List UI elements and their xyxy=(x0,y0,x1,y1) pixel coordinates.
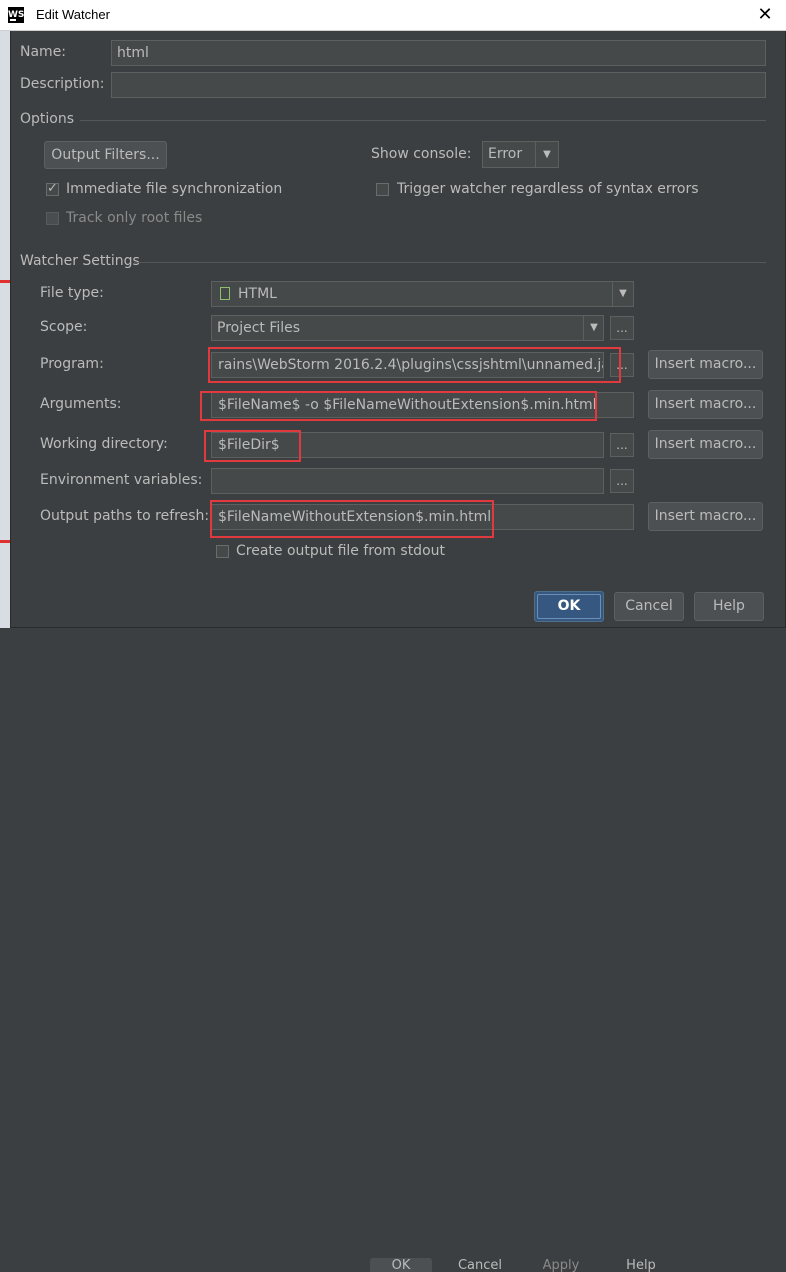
environment-variables-label: Environment variables: xyxy=(40,472,203,488)
environment-variables-browse-button[interactable]: ... xyxy=(610,469,634,493)
working-directory-highlight-box xyxy=(204,430,301,462)
watcher-settings-divider xyxy=(134,262,766,263)
program-highlight-box xyxy=(208,347,621,383)
name-label: Name: xyxy=(20,44,67,60)
close-icon[interactable]: ✕ xyxy=(752,3,778,27)
output-filters-button[interactable]: Output Filters... xyxy=(44,141,167,169)
chevron-down-icon: ▼ xyxy=(543,149,551,160)
create-output-checkbox[interactable] xyxy=(216,545,229,558)
watcher-settings-title: Watcher Settings xyxy=(20,253,140,269)
description-label: Description: xyxy=(20,76,105,92)
window-title: Edit Watcher xyxy=(36,7,110,22)
show-console-label: Show console: xyxy=(371,146,472,162)
arguments-insert-macro-button[interactable]: Insert macro... xyxy=(648,390,763,419)
output-paths-label: Output paths to refresh: xyxy=(40,508,210,524)
scope-label: Scope: xyxy=(40,319,88,335)
immediate-sync-label: Immediate file synchronization xyxy=(66,181,283,197)
options-divider xyxy=(80,120,766,121)
track-root-label: Track only root files xyxy=(66,210,203,226)
background-ok-button: OK xyxy=(370,1258,432,1272)
program-insert-macro-button[interactable]: Insert macro... xyxy=(648,350,763,379)
environment-variables-input[interactable] xyxy=(211,468,604,494)
trigger-watcher-label: Trigger watcher regardless of syntax err… xyxy=(397,181,699,197)
working-directory-insert-macro-button[interactable]: Insert macro... xyxy=(648,430,763,459)
options-section-title: Options xyxy=(20,111,75,127)
scope-select[interactable]: Project Files ▼ xyxy=(211,315,604,341)
file-type-value: HTML xyxy=(238,286,277,302)
file-type-label: File type: xyxy=(40,285,104,301)
trigger-watcher-checkbox[interactable] xyxy=(376,183,389,196)
background-app-edge xyxy=(0,30,10,640)
working-directory-browse-button[interactable]: ... xyxy=(610,433,634,457)
scope-browse-button[interactable]: ... xyxy=(610,316,634,340)
background-cancel-button: Cancel xyxy=(457,1258,503,1272)
immediate-sync-checkbox[interactable] xyxy=(46,181,59,196)
chevron-down-icon: ▼ xyxy=(590,322,598,333)
scope-value: Project Files xyxy=(217,320,301,336)
background-app-bottom: OK Cancel Apply Help xyxy=(0,628,786,1272)
cancel-button[interactable]: Cancel xyxy=(614,592,684,621)
create-output-label: Create output file from stdout xyxy=(236,543,445,559)
chevron-down-icon: ▼ xyxy=(619,288,627,299)
output-paths-highlight-box xyxy=(210,500,494,538)
background-apply-button: Apply xyxy=(542,1258,580,1272)
help-button[interactable]: Help xyxy=(694,592,764,621)
track-root-checkbox[interactable] xyxy=(46,212,59,225)
show-console-select[interactable]: Error ▼ xyxy=(482,141,559,168)
file-type-select[interactable]: HTML ▼ xyxy=(211,281,634,307)
arguments-label: Arguments: xyxy=(40,396,122,412)
arguments-highlight-box xyxy=(200,391,597,421)
background-help-button: Help xyxy=(626,1258,656,1272)
ok-button-label: OK xyxy=(557,598,581,614)
output-paths-insert-macro-button[interactable]: Insert macro... xyxy=(648,502,763,531)
ok-button[interactable]: OK xyxy=(534,591,604,622)
html-file-icon xyxy=(220,287,230,300)
title-bar: WS Edit Watcher ✕ xyxy=(0,0,786,31)
webstorm-logo-icon: WS xyxy=(8,7,24,23)
show-console-value: Error xyxy=(488,146,523,162)
program-label: Program: xyxy=(40,356,104,372)
description-input[interactable] xyxy=(111,72,766,98)
working-directory-label: Working directory: xyxy=(40,436,168,452)
name-input[interactable]: html xyxy=(111,40,766,66)
